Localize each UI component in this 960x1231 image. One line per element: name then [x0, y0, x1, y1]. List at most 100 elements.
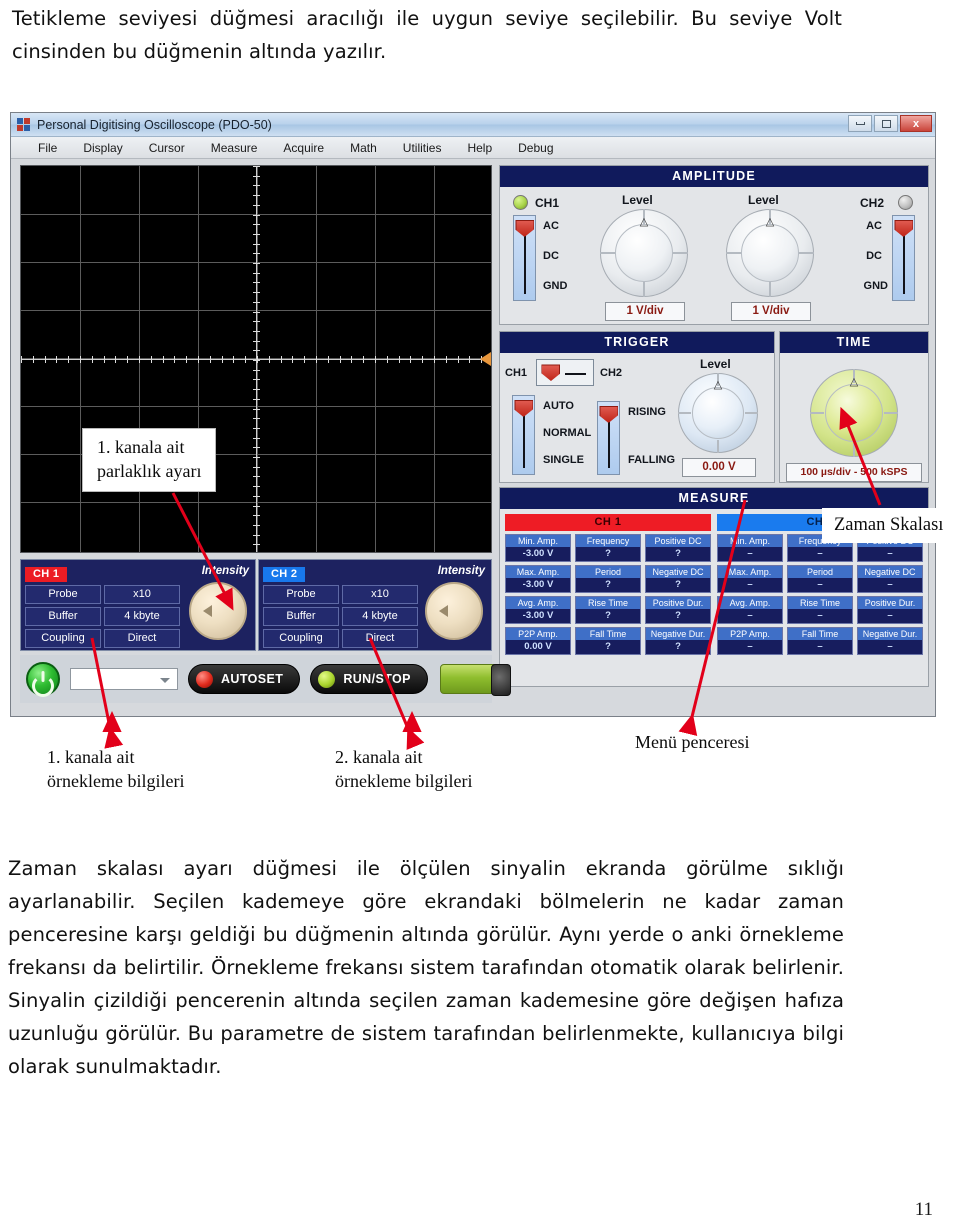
axis-tick [253, 321, 260, 323]
measure-cell-value: 0.00 V [506, 640, 570, 654]
measure-cell[interactable]: Positive DC? [645, 534, 711, 562]
measure-cell[interactable]: Period – [787, 565, 853, 593]
trigger-source-switch[interactable] [536, 359, 594, 386]
trigger-panel: TRIGGER CH1 CH2 AUTO NORMAL SINGLE RISIN… [499, 331, 775, 483]
ch2-level-knob-label: Level [748, 193, 779, 207]
ch2-info-panel: CH 2 Intensity Probe x10 Buffer 4 kbyte … [258, 559, 492, 651]
trigger-source-ch1-label[interactable]: CH1 [505, 367, 527, 379]
measure-cell[interactable]: Negative Dur. – [857, 627, 923, 655]
ch1-coupling-value[interactable]: Direct [104, 629, 180, 648]
amplitude-ch1-label: CH1 [535, 196, 560, 210]
measure-cell[interactable]: Rise Time – [787, 596, 853, 624]
measure-cell[interactable]: Max. Amp. -3.00 V [505, 565, 571, 593]
trigger-level-knob-label: Level [700, 357, 731, 371]
trigger-level-knob[interactable]: △ [678, 373, 758, 453]
measure-cell[interactable]: Frequency? [575, 534, 641, 562]
ch1-coupling-dc-label[interactable]: DC [543, 250, 559, 262]
axis-tick [150, 356, 152, 363]
close-button[interactable]: x [900, 115, 932, 132]
menu-item-file[interactable]: File [25, 139, 70, 157]
menu-item-cursor[interactable]: Cursor [136, 139, 198, 157]
measure-row: Avg. Amp. -3.00 V Rise Time? Positive Dur.? [505, 596, 711, 624]
measure-cell[interactable]: Avg. Amp. – [717, 596, 783, 624]
time-scale-knob[interactable]: △ [810, 369, 898, 457]
axis-tick [91, 356, 93, 363]
amplitude-title: AMPLITUDE [500, 166, 928, 187]
ch2-level-knob[interactable]: △ [726, 209, 814, 297]
measure-cell[interactable]: Max. Amp. – [717, 565, 783, 593]
measure-cell[interactable]: Positive Dur.? [645, 596, 711, 624]
measure-cell[interactable]: Min. Amp. -3.00 V [505, 534, 571, 562]
trigger-title: TRIGGER [500, 332, 774, 353]
preset-dropdown[interactable] [70, 668, 178, 690]
measure-cell-label: Positive Dur. [646, 597, 710, 609]
axis-tick [268, 356, 270, 363]
axis-tick [253, 282, 260, 284]
ch2-coupling-switch[interactable] [892, 215, 915, 301]
measure-cell-value: ? [646, 578, 710, 592]
power-button[interactable] [26, 662, 60, 696]
measure-cell[interactable]: Min. Amp. – [717, 534, 783, 562]
menu-item-debug[interactable]: Debug [505, 139, 566, 157]
measure-cell[interactable]: Negative Dur.? [645, 627, 711, 655]
callout-ch1-sampling: 1. kanala ait örnekleme bilgileri [47, 747, 185, 791]
measure-cell-value: -3.00 V [506, 609, 570, 623]
trigger-mode-normal-label[interactable]: NORMAL [543, 427, 591, 439]
measure-row: P2P Amp. – Fall Time – Negative Dur. – [717, 627, 923, 655]
measure-cell-value: – [858, 578, 922, 592]
minimize-button[interactable] [848, 115, 872, 132]
trigger-slope-falling-label[interactable]: FALLING [628, 454, 675, 466]
measure-cell-value: – [858, 609, 922, 623]
maximize-button[interactable] [874, 115, 898, 132]
autoset-button[interactable]: AUTOSET [188, 664, 301, 694]
ch1-coupling-gnd-label[interactable]: GND [543, 280, 567, 292]
trigger-slope-switch[interactable] [597, 401, 620, 475]
measure-cell[interactable]: Negative DC – [857, 565, 923, 593]
waveform-display[interactable] [20, 165, 492, 553]
trigger-mode-auto-label[interactable]: AUTO [543, 400, 574, 412]
measure-cell[interactable]: Avg. Amp. -3.00 V [505, 596, 571, 624]
axis-tick [434, 356, 435, 363]
axis-tick [253, 437, 260, 439]
menu-item-display[interactable]: Display [70, 139, 135, 157]
trimmer-control[interactable] [439, 664, 511, 696]
measure-cell[interactable]: Period? [575, 565, 641, 593]
measure-cell[interactable]: Negative DC? [645, 565, 711, 593]
time-title: TIME [780, 332, 928, 353]
menu-item-help[interactable]: Help [454, 139, 505, 157]
ch2-intensity-knob[interactable] [425, 582, 483, 640]
ch2-buffer-value[interactable]: 4 kbyte [342, 607, 418, 626]
ch2-coupling-ac-label[interactable]: AC [866, 220, 882, 232]
axis-tick [386, 356, 388, 363]
measure-cell[interactable]: Fall Time – [787, 627, 853, 655]
trigger-mode-switch[interactable] [512, 395, 535, 475]
window-controls: x [848, 115, 932, 132]
trigger-level-marker[interactable] [480, 352, 491, 366]
menu-item-acquire[interactable]: Acquire [270, 139, 337, 157]
ch1-coupling-ac-label[interactable]: AC [543, 220, 559, 232]
measure-cell[interactable]: Rise Time? [575, 596, 641, 624]
measure-cell[interactable]: Fall Time? [575, 627, 641, 655]
measure-cell-label: Negative Dur. [858, 628, 922, 640]
trigger-slope-rising-label[interactable]: RISING [628, 406, 666, 418]
ch1-probe-value[interactable]: x10 [104, 585, 180, 604]
menu-item-utilities[interactable]: Utilities [390, 139, 455, 157]
measure-cell[interactable]: P2P Amp. – [717, 627, 783, 655]
trigger-source-ch2-label[interactable]: CH2 [600, 367, 622, 379]
axis-tick [327, 356, 329, 363]
menu-item-measure[interactable]: Measure [198, 139, 271, 157]
ch2-coupling-gnd-label[interactable]: GND [864, 280, 888, 292]
ch1-coupling-switch[interactable] [513, 215, 536, 301]
trigger-mode-single-label[interactable]: SINGLE [543, 454, 584, 466]
axis-tick [457, 356, 459, 363]
measure-cell[interactable]: Positive Dur. – [857, 596, 923, 624]
ch1-buffer-value[interactable]: 4 kbyte [104, 607, 180, 626]
ch2-probe-value[interactable]: x10 [342, 585, 418, 604]
ch1-level-knob[interactable]: △ [600, 209, 688, 297]
measure-cell[interactable]: P2P Amp. 0.00 V [505, 627, 571, 655]
menu-item-math[interactable]: Math [337, 139, 390, 157]
ch2-coupling-dc-label[interactable]: DC [866, 250, 882, 262]
ch2-coupling-value[interactable]: Direct [342, 629, 418, 648]
run-stop-button[interactable]: RUN/STOP [310, 664, 428, 694]
ch1-intensity-knob[interactable] [189, 582, 247, 640]
